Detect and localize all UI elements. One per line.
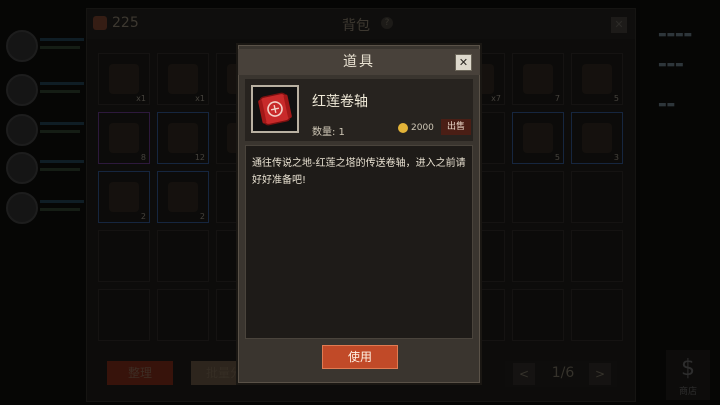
sell-button[interactable]: 出售 [441, 119, 471, 135]
gold-coin-icon [398, 123, 408, 133]
use-button[interactable]: 使用 [322, 345, 398, 369]
item-name: 红莲卷轴 [312, 94, 368, 110]
item-summary: 红莲卷轴 数量: 1 2000 出售 [245, 79, 473, 141]
item-description: 通往传说之地-红莲之塔的传送卷轴，进入之前请好好准备吧! [252, 158, 466, 186]
red-scroll-icon [251, 85, 299, 133]
dialog-title: 道具 [238, 49, 480, 75]
item-price: 2000 [411, 123, 434, 133]
dialog-close-button[interactable]: ✕ [455, 54, 472, 71]
item-dialog: 道具 ✕ 红莲卷轴 数量: 1 2000 出售 通往传说之地-红莲之塔的传送卷轴… [236, 43, 482, 385]
item-quantity: 数量: 1 [312, 127, 345, 138]
